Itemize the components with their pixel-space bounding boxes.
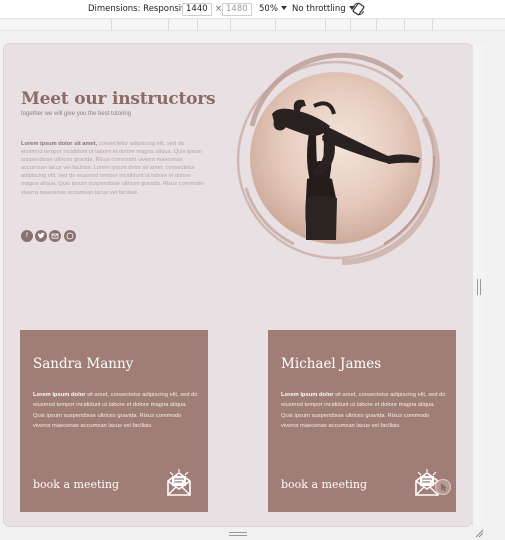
instructor-card-sandra: Sandra Manny Lorem ipsum dolor sit amet,… bbox=[20, 330, 208, 512]
media-query-ruler bbox=[0, 19, 505, 31]
page-title: Meet our instructors bbox=[21, 89, 216, 109]
facebook-icon[interactable]: f bbox=[21, 230, 33, 242]
hero-dancers-image bbox=[236, 52, 440, 265]
cursor-hover-circle bbox=[434, 478, 452, 496]
width-input[interactable]: 1440 bbox=[182, 3, 212, 16]
zoom-dropdown[interactable]: 50% bbox=[259, 4, 287, 15]
intro-text: Lorem ipsum dolor sit amet, consectetur … bbox=[21, 140, 207, 197]
resize-corner-icon[interactable] bbox=[474, 528, 484, 538]
book-meeting-link[interactable]: book a meeting bbox=[281, 478, 367, 491]
throttling-dropdown[interactable]: No throttling bbox=[292, 4, 355, 15]
zoom-label: 50% bbox=[259, 4, 278, 14]
page-viewport: Meet our instructors together we will gi… bbox=[4, 44, 472, 526]
chevron-down-icon bbox=[280, 6, 287, 10]
resize-handle-bottom[interactable] bbox=[229, 532, 247, 536]
whatsapp-icon[interactable] bbox=[64, 230, 76, 242]
height-input[interactable]: 1480 bbox=[222, 3, 252, 16]
mail-envelope-icon[interactable] bbox=[166, 469, 192, 497]
rotate-icon bbox=[352, 2, 365, 16]
resize-handle-right[interactable] bbox=[477, 279, 481, 295]
dimensions-label: Dimensions: Responsive bbox=[88, 4, 192, 14]
instructor-bio-lead: Lorem ipsum dolor bbox=[33, 392, 86, 398]
intro-body: consectetur adipiscing elit, sed do eius… bbox=[21, 141, 204, 196]
email-icon[interactable] bbox=[49, 230, 61, 242]
instructor-card-michael: Michael James Lorem ipsum dolor sit amet… bbox=[268, 330, 456, 512]
book-meeting-link[interactable]: book a meeting bbox=[33, 478, 119, 491]
device-toolbar: Dimensions: Responsive 1440 × 1480 50% N… bbox=[0, 0, 505, 19]
throttling-label: No throttling bbox=[292, 4, 346, 14]
intro-lead: Lorem ipsum dolor sit amet, bbox=[21, 141, 98, 147]
instructor-name: Michael James bbox=[281, 356, 382, 372]
twitter-icon[interactable] bbox=[35, 230, 47, 242]
instructor-bio: Lorem ipsum dolor sit amet, consectetur … bbox=[281, 390, 446, 432]
instructor-bio-lead: Lorem ipsum dolor bbox=[281, 392, 334, 398]
instructor-bio: Lorem ipsum dolor sit amet, consectetur … bbox=[33, 390, 198, 432]
instructor-name: Sandra Manny bbox=[33, 356, 134, 372]
rotate-button[interactable] bbox=[352, 2, 365, 20]
page-subtitle: together we will give you the best tutor… bbox=[21, 111, 132, 117]
